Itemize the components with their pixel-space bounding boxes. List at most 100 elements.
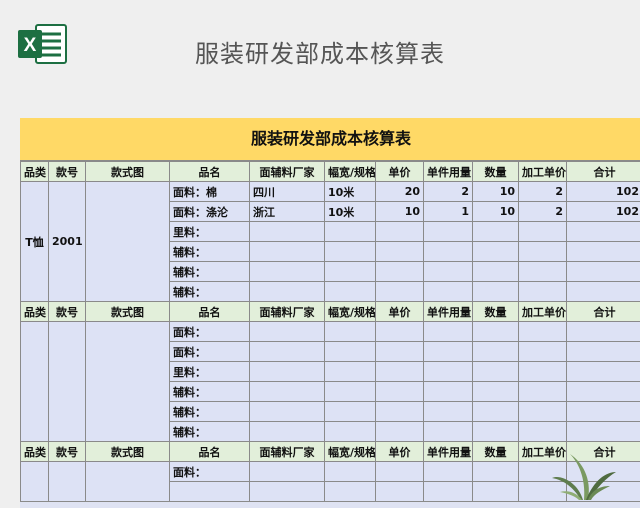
- usage-cell[interactable]: [424, 422, 473, 442]
- qty-cell[interactable]: [473, 222, 519, 242]
- unit-price-cell[interactable]: [376, 322, 424, 342]
- qty-cell[interactable]: [473, 342, 519, 362]
- proc-price-cell[interactable]: 2: [519, 202, 567, 222]
- qty-cell[interactable]: [473, 322, 519, 342]
- spec-cell[interactable]: [325, 462, 376, 482]
- usage-cell[interactable]: [424, 282, 473, 302]
- spec-cell[interactable]: [325, 262, 376, 282]
- unit-price-cell[interactable]: 20: [376, 182, 424, 202]
- usage-cell[interactable]: [424, 262, 473, 282]
- name-cell[interactable]: 辅料：: [170, 282, 250, 302]
- vendor-cell[interactable]: [250, 322, 325, 342]
- name-cell[interactable]: 辅料：: [170, 422, 250, 442]
- proc-price-cell[interactable]: 2: [519, 182, 567, 202]
- usage-cell[interactable]: 2: [424, 182, 473, 202]
- vendor-cell[interactable]: 浙江: [250, 202, 325, 222]
- usage-cell[interactable]: [424, 402, 473, 422]
- unit-price-cell[interactable]: [376, 382, 424, 402]
- unit-price-cell[interactable]: [376, 282, 424, 302]
- vendor-cell[interactable]: [250, 382, 325, 402]
- unit-price-cell[interactable]: [376, 242, 424, 262]
- total-cell[interactable]: [567, 422, 640, 442]
- total-cell[interactable]: [567, 402, 640, 422]
- unit-price-cell[interactable]: [376, 262, 424, 282]
- category-cell[interactable]: T恤: [21, 182, 49, 302]
- usage-cell[interactable]: [424, 222, 473, 242]
- usage-cell[interactable]: [424, 322, 473, 342]
- name-cell[interactable]: 面料：: [170, 322, 250, 342]
- spec-cell[interactable]: [325, 482, 376, 502]
- style-no-cell[interactable]: [49, 462, 86, 502]
- name-cell[interactable]: 里料：: [170, 222, 250, 242]
- total-cell[interactable]: [567, 242, 640, 262]
- name-cell[interactable]: 面料：棉: [170, 182, 250, 202]
- proc-price-cell[interactable]: [519, 382, 567, 402]
- name-cell[interactable]: 面料：涤沦: [170, 202, 250, 222]
- usage-cell[interactable]: [424, 482, 473, 502]
- qty-cell[interactable]: [473, 282, 519, 302]
- name-cell[interactable]: 辅料：: [170, 262, 250, 282]
- spec-cell[interactable]: [325, 322, 376, 342]
- usage-cell[interactable]: [424, 242, 473, 262]
- unit-price-cell[interactable]: [376, 462, 424, 482]
- proc-price-cell[interactable]: [519, 342, 567, 362]
- spec-cell[interactable]: [325, 242, 376, 262]
- total-cell[interactable]: [567, 262, 640, 282]
- proc-price-cell[interactable]: [519, 282, 567, 302]
- proc-price-cell[interactable]: [519, 242, 567, 262]
- unit-price-cell[interactable]: [376, 222, 424, 242]
- unit-price-cell[interactable]: [376, 482, 424, 502]
- qty-cell[interactable]: [473, 242, 519, 262]
- unit-price-cell[interactable]: [376, 422, 424, 442]
- total-cell[interactable]: [567, 222, 640, 242]
- name-cell[interactable]: 辅料：: [170, 382, 250, 402]
- name-cell[interactable]: 里料：: [170, 362, 250, 382]
- qty-cell[interactable]: [473, 462, 519, 482]
- vendor-cell[interactable]: 四川: [250, 182, 325, 202]
- qty-cell[interactable]: [473, 482, 519, 502]
- unit-price-cell[interactable]: [376, 362, 424, 382]
- usage-cell[interactable]: [424, 382, 473, 402]
- usage-cell[interactable]: 1: [424, 202, 473, 222]
- name-cell[interactable]: [170, 482, 250, 502]
- style-image-cell[interactable]: [86, 322, 170, 442]
- style-no-cell[interactable]: [49, 322, 86, 442]
- spec-cell[interactable]: 10米: [325, 182, 376, 202]
- vendor-cell[interactable]: [250, 222, 325, 242]
- spec-cell[interactable]: [325, 422, 376, 442]
- name-cell[interactable]: 面料：: [170, 342, 250, 362]
- qty-cell[interactable]: [473, 262, 519, 282]
- usage-cell[interactable]: [424, 362, 473, 382]
- qty-cell[interactable]: [473, 362, 519, 382]
- vendor-cell[interactable]: [250, 402, 325, 422]
- vendor-cell[interactable]: [250, 282, 325, 302]
- proc-price-cell[interactable]: [519, 362, 567, 382]
- proc-price-cell[interactable]: [519, 222, 567, 242]
- spec-cell[interactable]: [325, 342, 376, 362]
- unit-price-cell[interactable]: [376, 402, 424, 422]
- total-cell[interactable]: [567, 282, 640, 302]
- vendor-cell[interactable]: [250, 242, 325, 262]
- usage-cell[interactable]: [424, 342, 473, 362]
- unit-price-cell[interactable]: 10: [376, 202, 424, 222]
- name-cell[interactable]: 辅料：: [170, 242, 250, 262]
- category-cell[interactable]: [21, 322, 49, 442]
- name-cell[interactable]: 面料：: [170, 462, 250, 482]
- spec-cell[interactable]: [325, 282, 376, 302]
- total-cell[interactable]: [567, 322, 640, 342]
- qty-cell[interactable]: [473, 422, 519, 442]
- proc-price-cell[interactable]: [519, 422, 567, 442]
- spec-cell[interactable]: [325, 222, 376, 242]
- spec-cell[interactable]: [325, 362, 376, 382]
- vendor-cell[interactable]: [250, 362, 325, 382]
- proc-price-cell[interactable]: [519, 402, 567, 422]
- total-cell[interactable]: [567, 382, 640, 402]
- total-cell[interactable]: 102: [567, 202, 640, 222]
- unit-price-cell[interactable]: [376, 342, 424, 362]
- proc-price-cell[interactable]: [519, 322, 567, 342]
- vendor-cell[interactable]: [250, 262, 325, 282]
- total-cell[interactable]: 102: [567, 182, 640, 202]
- qty-cell[interactable]: [473, 382, 519, 402]
- qty-cell[interactable]: 10: [473, 182, 519, 202]
- style-no-cell[interactable]: 2001: [49, 182, 86, 302]
